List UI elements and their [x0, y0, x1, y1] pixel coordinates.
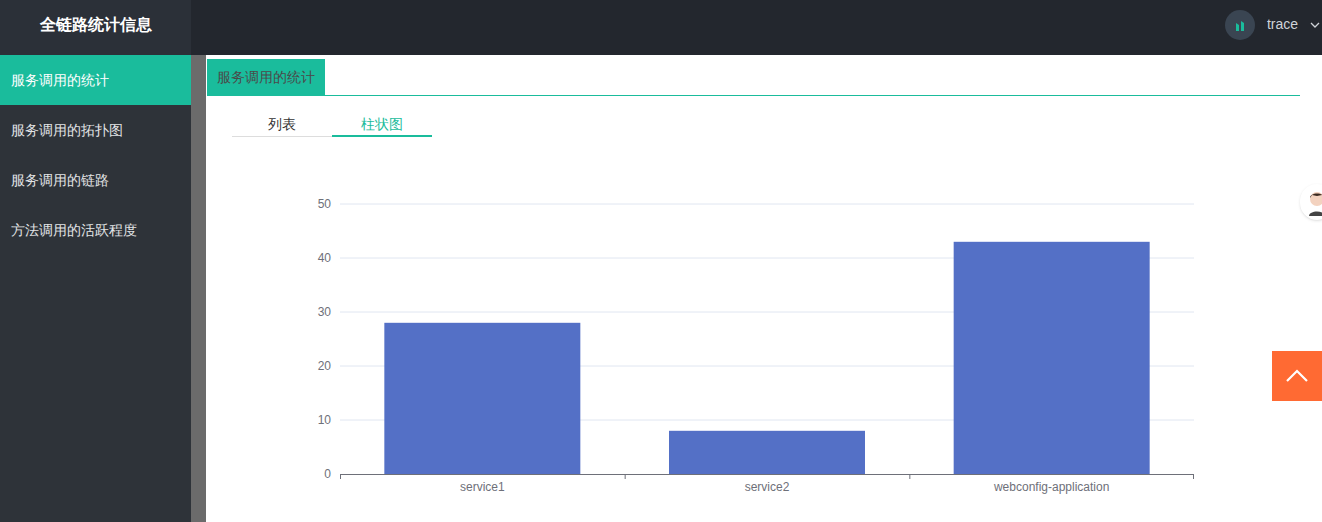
svg-text:50: 50: [318, 197, 332, 211]
svg-text:0: 0: [324, 467, 331, 481]
sidebar-gutter: [191, 55, 206, 522]
chevron-down-icon: [1310, 20, 1320, 30]
bar[interactable]: [954, 242, 1150, 474]
sidebar-item[interactable]: 服务调用的拓扑图: [0, 105, 191, 155]
app-title: 全链路统计信息: [0, 0, 191, 55]
content: 服务调用的统计列表柱状图 0 10 20 30 40 50 service1 service2 w…: [206, 55, 1322, 522]
assistant-avatar-icon[interactable]: [1300, 184, 1322, 220]
x-label: service2: [745, 480, 790, 494]
sidebar-item[interactable]: 服务调用的链路: [0, 155, 191, 205]
sidebar: 服务调用的统计服务调用的拓扑图服务调用的链路方法调用的活跃程度: [0, 55, 191, 522]
svg-text:10: 10: [318, 413, 332, 427]
svg-text:30: 30: [318, 305, 332, 319]
svg-text:40: 40: [318, 251, 332, 265]
y-tick: 50: [318, 197, 1194, 211]
svg-text:20: 20: [318, 359, 332, 373]
bar[interactable]: [669, 431, 865, 474]
panel-title: 服务调用的统计: [207, 59, 325, 95]
bar-chart: 0 10 20 30 40 50 service1 service2 webconfig-app…: [206, 140, 1322, 522]
bar[interactable]: [384, 323, 580, 474]
x-label: service1: [460, 480, 505, 494]
view-tab[interactable]: 柱状图: [332, 113, 432, 137]
view-tab[interactable]: 列表: [232, 113, 332, 137]
app: 全链路统计信息 trace 服务调用的统计服务调用的拓扑图服务调用的链路方法调用的活…: [0, 0, 1322, 522]
x-label: webconfig-application: [993, 480, 1109, 494]
user-name: trace: [1267, 14, 1298, 35]
back-to-top-button[interactable]: [1272, 351, 1322, 401]
sidebar-item[interactable]: 方法调用的活跃程度: [0, 205, 191, 255]
sidebar-item[interactable]: 服务调用的统计: [0, 55, 191, 105]
view-tabs: 列表柱状图: [232, 113, 1322, 137]
y-tick: 0: [324, 467, 331, 481]
user-menu[interactable]: trace: [1225, 0, 1322, 55]
chevron-up-icon: [1285, 369, 1309, 383]
top-bar: 全链路统计信息 trace: [0, 0, 1322, 55]
user-avatar-icon: [1225, 10, 1255, 40]
panel-header: 服务调用的统计: [207, 59, 1300, 96]
